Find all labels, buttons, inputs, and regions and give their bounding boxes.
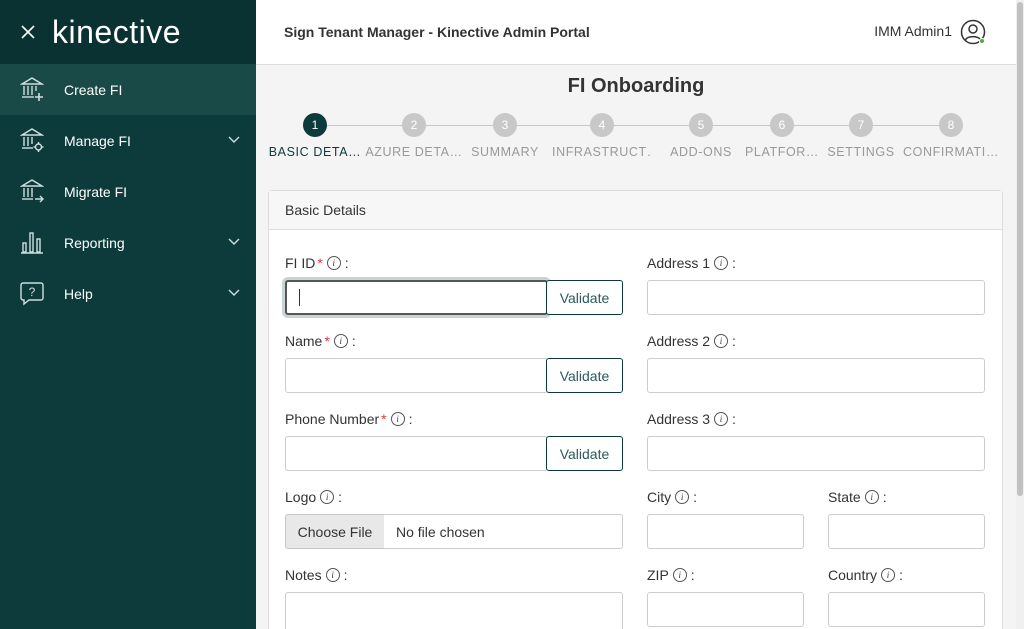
- name-input[interactable]: [285, 358, 548, 393]
- address1-input[interactable]: [647, 280, 985, 315]
- sidebar-item-help[interactable]: ? Help: [0, 268, 256, 319]
- choose-file-button[interactable]: Choose File: [285, 514, 385, 549]
- step-label: SETTINGS: [827, 145, 895, 159]
- bank-gear-icon: [20, 128, 44, 152]
- step-label: AZURE DETA…: [365, 145, 463, 159]
- step-number: 1: [303, 113, 327, 137]
- info-icon[interactable]: i: [714, 412, 729, 426]
- sidebar-item-create-fi[interactable]: Create FI: [0, 64, 256, 115]
- step-number: 7: [849, 113, 873, 137]
- logo-label: Logo i:: [285, 489, 343, 505]
- zip-input[interactable]: [647, 592, 804, 627]
- state-input[interactable]: [828, 514, 985, 549]
- page-scrollbar[interactable]: [1016, 0, 1024, 629]
- step-number: 5: [689, 113, 713, 137]
- step-label: INFRASTRUCT…: [552, 145, 652, 159]
- info-icon[interactable]: i: [714, 256, 729, 270]
- sidebar: kinective Create FI Manage FI Migrate FI…: [0, 0, 256, 629]
- chevron-down-icon: [228, 136, 240, 143]
- sidebar-item-manage-fi[interactable]: Manage FI: [0, 115, 256, 166]
- scrollbar-thumb[interactable]: [1017, 2, 1023, 496]
- fi-id-input[interactable]: [285, 280, 548, 315]
- address3-label: Address 3i:: [647, 411, 736, 427]
- user-name[interactable]: IMM Admin1: [874, 23, 952, 39]
- bank-add-icon: [20, 77, 44, 101]
- svg-text:?: ?: [29, 285, 36, 299]
- required-asterisk: *: [324, 333, 330, 349]
- card-title: Basic Details: [269, 191, 1002, 230]
- country-input[interactable]: [828, 592, 985, 627]
- phone-number-label: Phone Number * i:: [285, 411, 413, 427]
- info-icon[interactable]: i: [714, 334, 729, 348]
- required-asterisk: *: [317, 255, 323, 271]
- sidebar-item-label: Reporting: [64, 234, 125, 251]
- sidebar-item-label: Manage FI: [64, 132, 131, 149]
- page-title: FI Onboarding: [567, 75, 705, 97]
- sidebar-header: kinective: [0, 0, 256, 64]
- basic-details-card: Basic Details FI ID * i: Validate Name * i: …: [268, 190, 1003, 629]
- top-header: Sign Tenant Manager - Kinective Admin Po…: [256, 0, 1016, 65]
- validate-name-button[interactable]: Validate: [546, 358, 623, 393]
- step-number: 2: [402, 113, 426, 137]
- step-infrastructure[interactable]: 4 INFRASTRUCT…: [552, 113, 652, 159]
- file-status-text: No file chosen: [384, 514, 623, 549]
- info-icon[interactable]: i: [675, 490, 690, 504]
- chevron-down-icon: [228, 238, 240, 245]
- address2-label: Address 2i:: [647, 333, 736, 349]
- chevron-down-icon: [228, 289, 240, 296]
- validate-phone-button[interactable]: Validate: [546, 436, 623, 471]
- zip-label: ZIP i:: [647, 567, 695, 583]
- sidebar-item-migrate-fi[interactable]: Migrate FI: [0, 166, 256, 217]
- sidebar-item-label: Help: [64, 285, 93, 302]
- info-icon[interactable]: i: [326, 256, 341, 270]
- city-input[interactable]: [647, 514, 804, 549]
- header-title: Sign Tenant Manager - Kinective Admin Po…: [284, 24, 590, 40]
- step-basic-details[interactable]: 1 BASIC DETA…: [265, 113, 365, 159]
- step-number: 3: [493, 113, 517, 137]
- bar-chart-icon: [21, 232, 43, 254]
- info-icon[interactable]: i: [672, 568, 687, 582]
- address1-label: Address 1i:: [647, 255, 736, 271]
- step-label: CONFIRMATI…: [903, 145, 999, 159]
- info-icon[interactable]: i: [390, 412, 405, 426]
- required-asterisk: *: [381, 411, 387, 427]
- state-label: State i:: [828, 489, 887, 505]
- info-icon[interactable]: i: [881, 568, 896, 582]
- notes-label: Notes i:: [285, 567, 348, 583]
- country-label: Country i:: [828, 567, 903, 583]
- step-number: 4: [590, 113, 614, 137]
- name-label: Name * i:: [285, 333, 356, 349]
- sidebar-item-label: Migrate FI: [64, 183, 128, 200]
- step-number: 8: [939, 113, 963, 137]
- step-label: BASIC DETA…: [268, 145, 362, 159]
- user-avatar-icon[interactable]: [960, 19, 986, 45]
- step-confirmation[interactable]: 8 CONFIRMATI…: [901, 113, 1001, 159]
- help-bubble-icon: ?: [20, 282, 44, 306]
- close-sidebar-button[interactable]: [16, 20, 40, 44]
- step-summary[interactable]: 3 SUMMARY: [455, 113, 555, 159]
- sidebar-item-reporting[interactable]: Reporting: [0, 217, 256, 268]
- info-icon[interactable]: i: [333, 334, 348, 348]
- validate-fi-id-button[interactable]: Validate: [546, 280, 623, 315]
- fi-id-label: FI ID * i:: [285, 255, 349, 271]
- info-icon[interactable]: i: [864, 490, 879, 504]
- sidebar-item-label: Create FI: [64, 81, 123, 98]
- bank-arrow-icon: [20, 179, 44, 203]
- info-icon[interactable]: i: [325, 568, 340, 582]
- step-number: 6: [770, 113, 794, 137]
- step-settings[interactable]: 7 SETTINGS: [811, 113, 911, 159]
- city-label: City i:: [647, 489, 698, 505]
- address2-input[interactable]: [647, 358, 985, 393]
- text-cursor: [299, 289, 300, 306]
- step-azure-details[interactable]: 2 AZURE DETA…: [364, 113, 464, 159]
- phone-number-input[interactable]: [285, 436, 548, 471]
- kinective-logo: kinective: [52, 13, 181, 50]
- notes-textarea[interactable]: [285, 592, 623, 629]
- info-icon[interactable]: i: [320, 490, 335, 504]
- step-label: SUMMARY: [471, 145, 539, 159]
- main-content: FI Onboarding 1 BASIC DETA… 2 AZURE DETA…: [256, 65, 1016, 629]
- close-icon: [21, 25, 35, 39]
- address3-input[interactable]: [647, 436, 985, 471]
